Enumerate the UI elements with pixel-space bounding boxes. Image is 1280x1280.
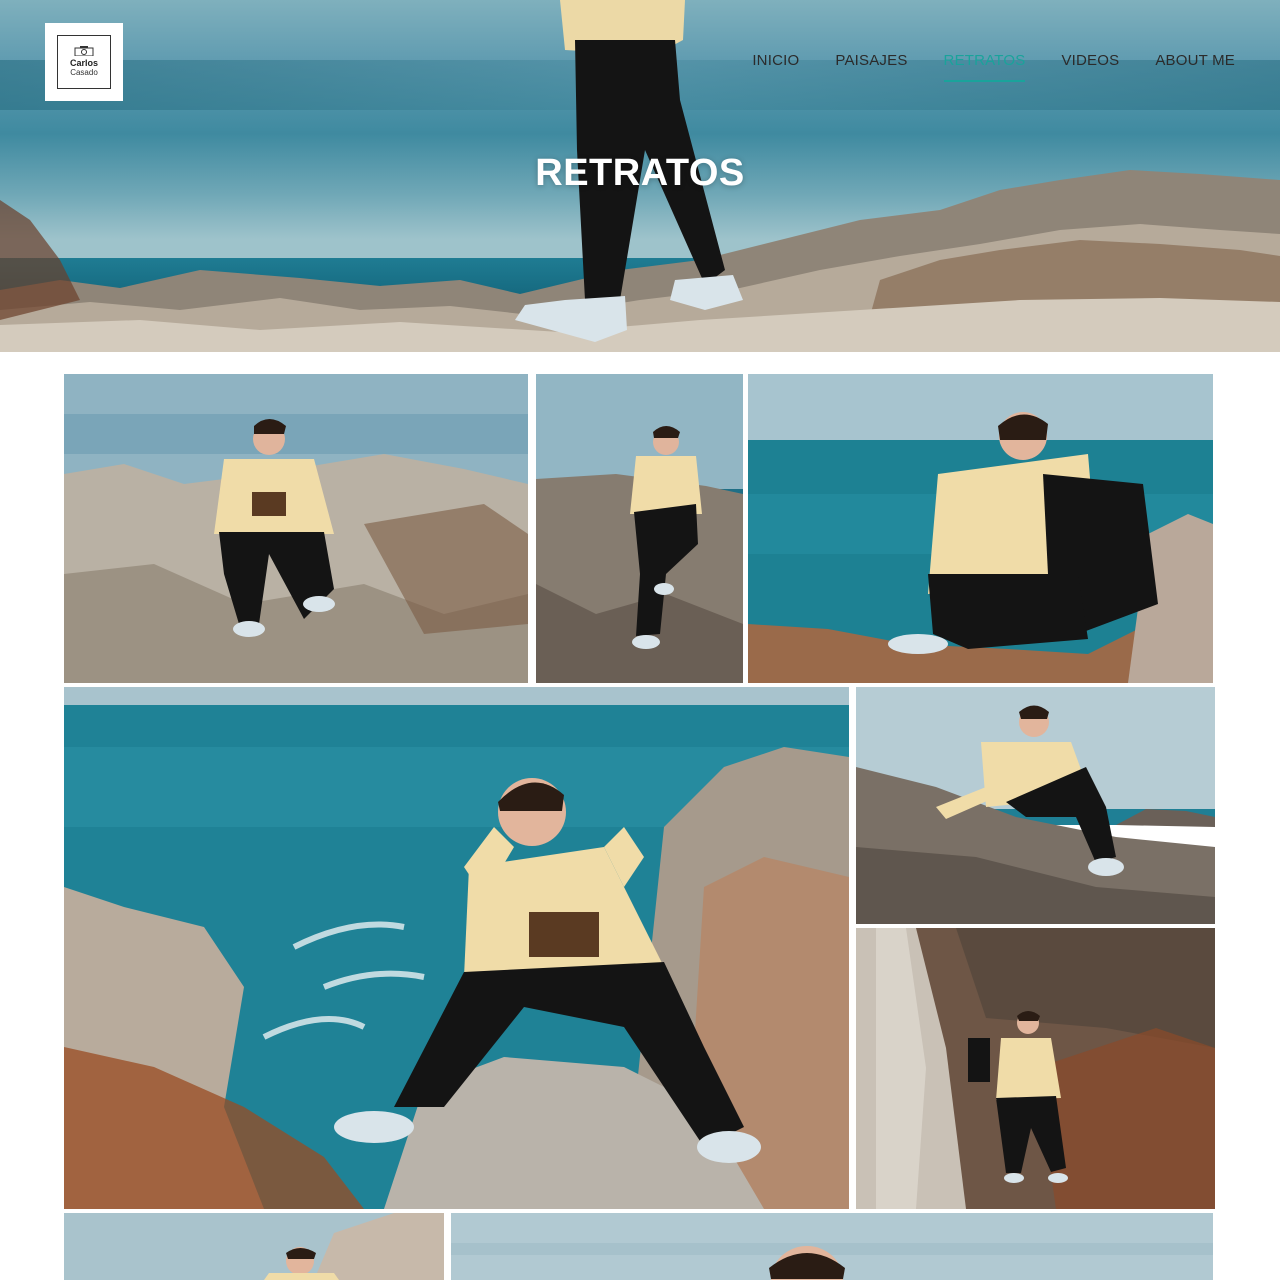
- man-portrait-partial-photo: [451, 1213, 1213, 1280]
- gallery-photo[interactable]: [64, 374, 528, 683]
- man-posing-hands-over-sea-photo: [64, 687, 849, 1209]
- gallery-photo[interactable]: [856, 687, 1215, 924]
- man-with-backpack-among-rocks-photo: [856, 928, 1215, 1209]
- nav-item-about-me[interactable]: ABOUT ME: [1155, 52, 1235, 82]
- camera-icon: [74, 46, 94, 56]
- gallery-photo[interactable]: [856, 928, 1215, 1209]
- gallery-photo[interactable]: [64, 1213, 444, 1280]
- logo-name-last: Casado: [70, 68, 98, 77]
- nav-item-retratos[interactable]: RETRATOS: [943, 52, 1026, 82]
- nav-item-paisajes[interactable]: PAISAJES: [835, 52, 907, 82]
- hero-banner: Carlos Casado INICIO PAISAJES RETRATOS V…: [0, 0, 1280, 352]
- page-title: RETRATOS: [535, 152, 745, 194]
- site-logo[interactable]: Carlos Casado: [45, 23, 123, 101]
- nav-item-videos[interactable]: VIDEOS: [1061, 52, 1119, 82]
- main-nav: INICIO PAISAJES RETRATOS VIDEOS ABOUT ME: [752, 52, 1235, 82]
- man-at-rocks-partial-photo: [64, 1213, 444, 1280]
- gallery-photo[interactable]: [451, 1213, 1213, 1280]
- gallery-photo[interactable]: [748, 374, 1213, 683]
- man-sitting-on-rock-vertical-photo: [536, 374, 743, 683]
- man-with-backpack-facing-sea-photo: [748, 374, 1213, 683]
- gallery-photo[interactable]: [536, 374, 743, 683]
- gallery-photo[interactable]: [64, 687, 849, 1209]
- man-sitting-on-rocks-photo: [64, 374, 528, 683]
- logo-name-first: Carlos: [69, 58, 98, 68]
- nav-item-inicio[interactable]: INICIO: [752, 52, 799, 82]
- man-leaning-on-rocks-photo: [856, 687, 1215, 924]
- logo-frame: Carlos Casado: [57, 35, 111, 89]
